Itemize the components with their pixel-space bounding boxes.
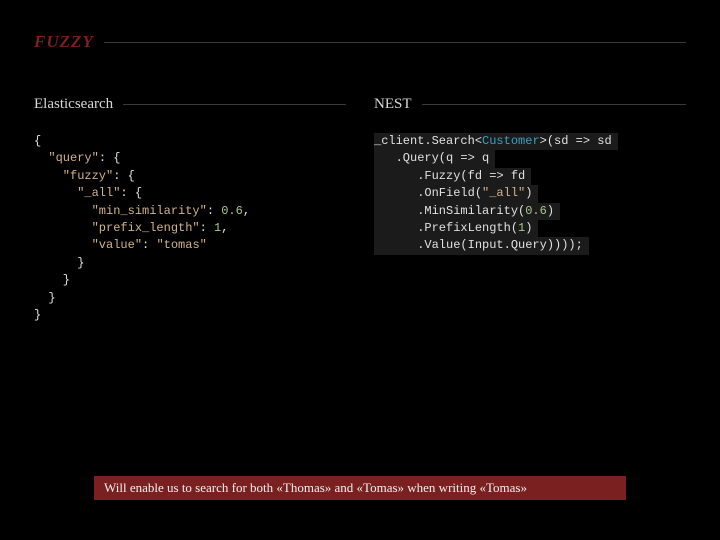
code-line: }	[34, 256, 84, 270]
code-line: .Query(q => q	[374, 150, 495, 167]
code-line: }	[34, 291, 56, 305]
code-token: ,	[243, 204, 250, 218]
code-token: Customer	[482, 134, 540, 148]
code-token: :	[207, 204, 221, 218]
code-token: 0.6	[525, 204, 547, 218]
code-token: "_all"	[34, 186, 120, 200]
code-token: "min_similarity"	[34, 204, 207, 218]
slide: FUZZY Elasticsearch { "query": { "fuzzy"…	[0, 0, 720, 540]
right-header-rule	[422, 104, 687, 105]
code-line: _client.Search<Customer>(sd => sd	[374, 133, 618, 150]
code-line: }	[34, 308, 41, 322]
left-header-rule	[123, 104, 346, 105]
code-token: )	[547, 204, 554, 218]
code-token: "_all"	[482, 186, 525, 200]
code-token: .OnField(	[374, 186, 482, 200]
code-token: .MinSimilarity(	[374, 204, 525, 218]
title-row: FUZZY	[34, 32, 686, 52]
right-column: NEST _client.Search<Customer>(sd => sd .…	[374, 96, 686, 324]
left-column: Elasticsearch { "query": { "fuzzy": { "_…	[34, 96, 346, 324]
code-line: }	[34, 273, 70, 287]
code-token: )	[525, 221, 532, 235]
code-token: : {	[113, 169, 135, 183]
code-line: .OnField("_all")	[374, 185, 538, 202]
code-line: .Fuzzy(fd => fd	[374, 168, 531, 185]
left-column-header: Elasticsearch	[34, 96, 346, 113]
code-token: : {	[120, 186, 142, 200]
code-token: "tomas"	[156, 238, 206, 252]
footnote: Will enable us to search for both «Thoma…	[94, 476, 626, 500]
code-line: .PrefixLength(1)	[374, 220, 538, 237]
code-token: "query"	[34, 151, 99, 165]
code-token: 0.6	[221, 204, 243, 218]
title-rule	[104, 42, 686, 43]
left-heading: Elasticsearch	[34, 96, 113, 113]
code-token: _client.Search<	[374, 134, 482, 148]
code-line: .Value(Input.Query))));	[374, 237, 589, 254]
code-token: >(sd => sd	[540, 134, 612, 148]
code-line: .MinSimilarity(0.6)	[374, 203, 560, 220]
code-token: "prefix_length"	[34, 221, 200, 235]
code-token: )	[525, 186, 532, 200]
code-token: :	[142, 238, 156, 252]
right-heading: NEST	[374, 96, 412, 113]
columns: Elasticsearch { "query": { "fuzzy": { "_…	[34, 96, 686, 324]
right-column-header: NEST	[374, 96, 686, 113]
elasticsearch-code: { "query": { "fuzzy": { "_all": { "min_s…	[34, 133, 346, 324]
code-token: ,	[221, 221, 228, 235]
code-token: .PrefixLength(	[374, 221, 518, 235]
slide-title: FUZZY	[34, 32, 94, 52]
code-token: : {	[99, 151, 121, 165]
code-token: :	[200, 221, 214, 235]
code-token: "fuzzy"	[34, 169, 113, 183]
code-line: {	[34, 134, 41, 148]
code-token: "value"	[34, 238, 142, 252]
nest-code: _client.Search<Customer>(sd => sd .Query…	[374, 133, 686, 255]
